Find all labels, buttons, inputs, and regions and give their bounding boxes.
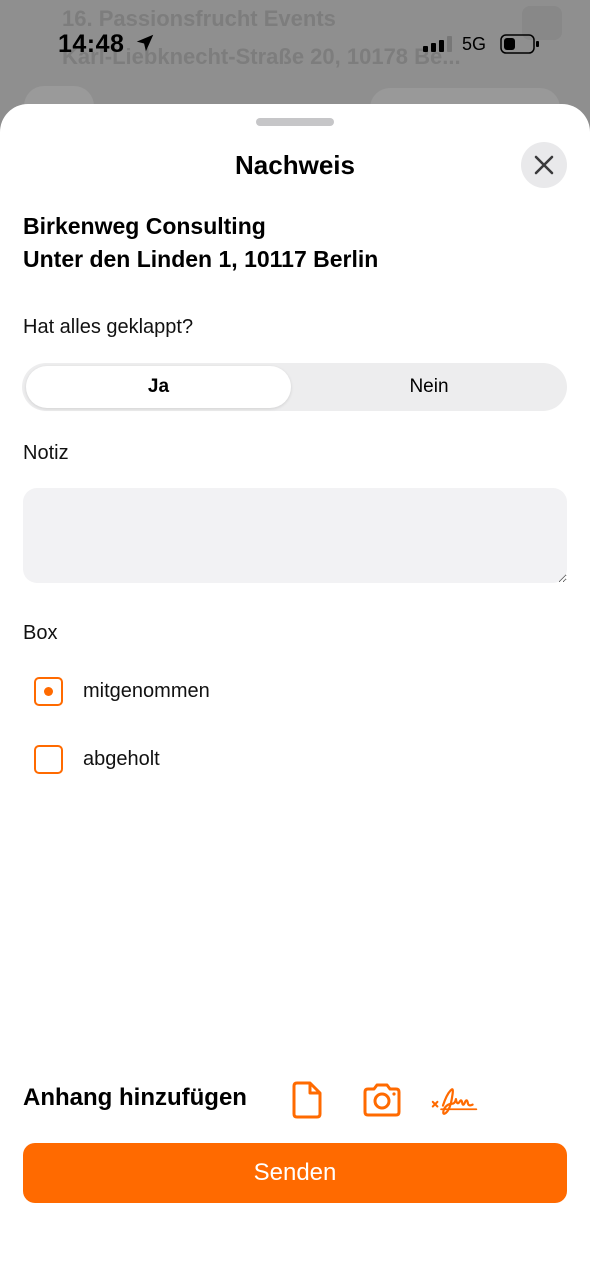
attachment-label: Anhang hinzufügen bbox=[23, 1084, 247, 1111]
add-signature-button[interactable] bbox=[430, 1078, 480, 1122]
network-type: 5G bbox=[462, 34, 487, 54]
note-label: Notiz bbox=[23, 442, 69, 464]
checkbox-abgeholt[interactable] bbox=[34, 745, 63, 774]
checkbox-label: mitgenommen bbox=[83, 680, 210, 702]
customer-name: Birkenweg Consulting bbox=[23, 213, 266, 239]
battery-icon bbox=[500, 34, 539, 54]
customer-address: Unter den Linden 1, 10117 Berlin bbox=[23, 246, 379, 272]
checkbox-label: abgeholt bbox=[83, 748, 160, 770]
segment-ja[interactable]: Ja bbox=[26, 366, 291, 408]
sheet-title: Nachweis bbox=[235, 150, 355, 180]
box-option-abgeholt[interactable]: abgeholt bbox=[34, 745, 160, 774]
note-field[interactable] bbox=[23, 488, 567, 583]
add-document-button[interactable] bbox=[282, 1078, 332, 1122]
success-segmented-control: Ja Nein bbox=[22, 363, 567, 411]
close-button[interactable] bbox=[521, 142, 567, 188]
location-arrow-icon bbox=[136, 34, 154, 52]
add-photo-button[interactable] bbox=[357, 1078, 407, 1122]
checkbox-checked-dot bbox=[44, 687, 53, 696]
document-icon bbox=[292, 1081, 322, 1119]
box-label: Box bbox=[23, 622, 58, 644]
camera-icon bbox=[363, 1083, 401, 1117]
status-time: 14:48 bbox=[58, 30, 125, 58]
question-label: Hat alles geklappt? bbox=[23, 316, 194, 338]
segment-nein[interactable]: Nein bbox=[294, 366, 564, 408]
cellular-signal-icon bbox=[423, 36, 452, 52]
proof-sheet: Nachweis Birkenweg Consulting Unter den … bbox=[0, 104, 590, 1278]
sheet-grabber[interactable] bbox=[256, 118, 334, 126]
status-bar: 14:48 5G bbox=[0, 26, 590, 64]
checkbox-mitgenommen[interactable] bbox=[34, 677, 63, 706]
customer-info: Birkenweg Consulting Unter den Linden 1,… bbox=[23, 210, 378, 276]
close-icon bbox=[534, 155, 554, 175]
box-option-mitgenommen[interactable]: mitgenommen bbox=[34, 677, 210, 706]
signature-icon bbox=[431, 1088, 478, 1115]
send-button[interactable]: Senden bbox=[23, 1143, 567, 1203]
